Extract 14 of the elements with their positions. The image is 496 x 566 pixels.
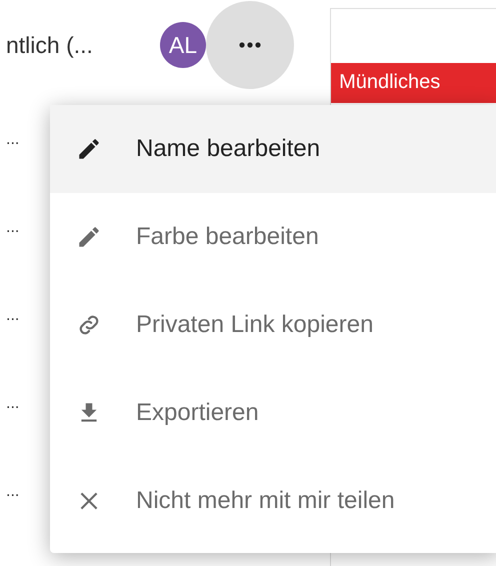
menu-item[interactable]: Farbe bearbeiten <box>50 193 496 281</box>
item-title: ... <box>5 307 20 325</box>
menu-item[interactable]: Exportieren <box>50 369 496 457</box>
avatar: AL <box>160 22 206 68</box>
item-title: ... <box>5 131 20 149</box>
tag: Mündliches <box>331 63 496 103</box>
menu-item[interactable]: Privaten Link kopieren <box>50 281 496 369</box>
item-title: ... <box>5 483 20 501</box>
item-title: ... <box>5 395 20 413</box>
item-title: ntlich (... <box>5 32 94 58</box>
item-title: ... <box>5 219 20 237</box>
more-icon <box>239 42 261 48</box>
menu-item[interactable]: Name bearbeiten <box>50 105 496 193</box>
menu-item[interactable]: Nicht mehr mit mir teilen <box>50 457 496 545</box>
